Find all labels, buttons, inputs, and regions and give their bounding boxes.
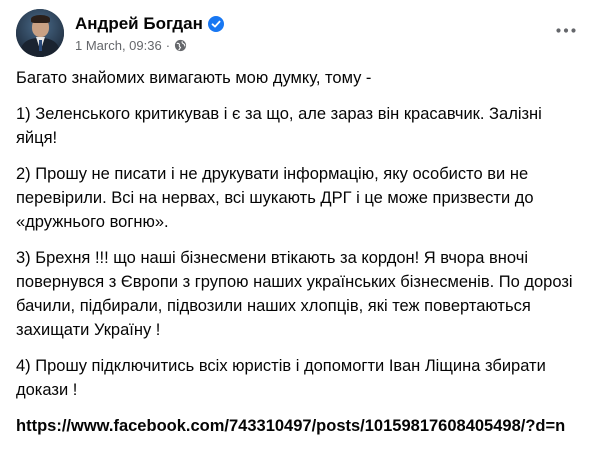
post-body: Багато знайомих вимагають мою думку, том…: [16, 66, 582, 450]
facebook-post: Андрей Богдан 1 March, 09:36 · Багато зн…: [0, 0, 600, 459]
globe-icon[interactable]: [174, 39, 187, 52]
post-paragraph: 4) Прошу підключитись всіх юристів і доп…: [16, 357, 546, 399]
post-header: Андрей Богдан 1 March, 09:36 ·: [16, 8, 224, 58]
avatar[interactable]: [16, 9, 64, 57]
post-paragraph: 3) Брехня !!! що наші бізнесмени втікают…: [16, 249, 573, 339]
post-timestamp[interactable]: 1 March, 09:36: [75, 38, 162, 53]
verified-badge-icon: [207, 15, 224, 32]
post-meta: Андрей Богдан 1 March, 09:36 ·: [75, 14, 224, 53]
post-link[interactable]: https://www.facebook.com/743310497/posts…: [16, 417, 565, 435]
more-options-icon[interactable]: [554, 20, 578, 40]
post-paragraph: 2) Прошу не писати і не друкувати інформ…: [16, 165, 534, 231]
author-name[interactable]: Андрей Богдан: [75, 14, 203, 34]
meta-separator: ·: [165, 37, 171, 53]
post-paragraph: Багато знайомих вимагають мою думку, том…: [16, 69, 372, 87]
post-paragraph: 1) Зеленського критикував і є за що, але…: [16, 105, 542, 147]
